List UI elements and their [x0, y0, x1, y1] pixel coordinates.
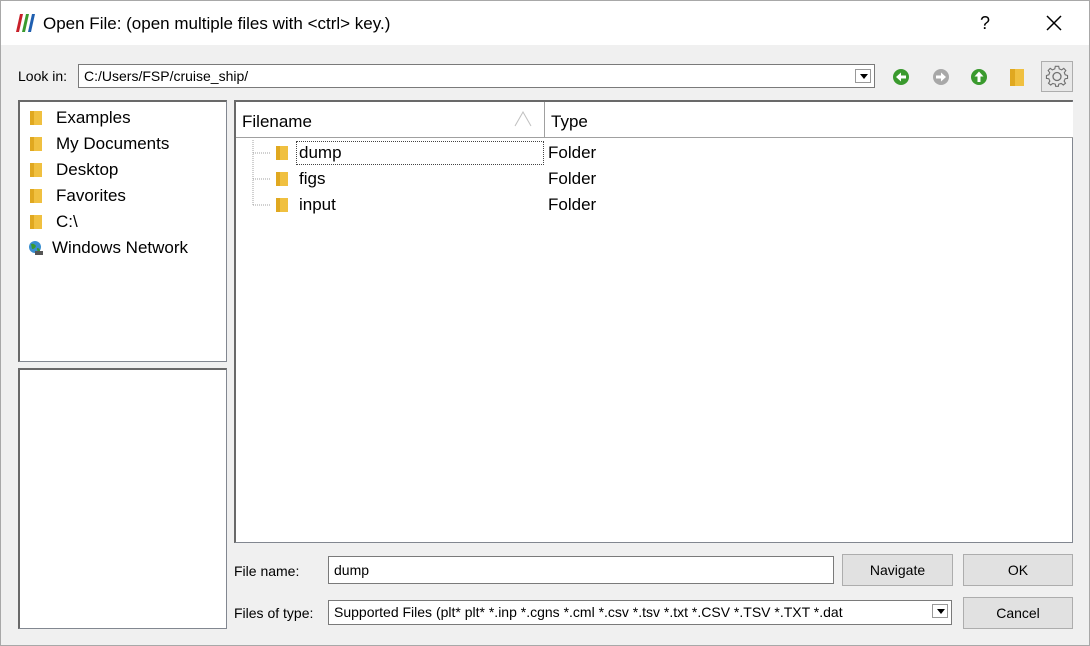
sidebar-item-my-documents[interactable]: My Documents	[26, 132, 221, 156]
folder-icon	[30, 215, 42, 229]
paraview-logo-icon	[16, 14, 35, 32]
close-button[interactable]	[1035, 7, 1073, 39]
file-name: input	[299, 195, 336, 214]
file-type-combo[interactable]: Supported Files (plt* plt* *.inp *.cgns …	[328, 600, 952, 625]
file-name-input[interactable]	[328, 556, 834, 584]
sidebar-item-label: Favorites	[56, 186, 126, 205]
look-in-label: Look in:	[18, 68, 68, 84]
tree-branch-line	[252, 166, 270, 192]
settings-button[interactable]	[1041, 61, 1073, 92]
open-file-dialog: Open File: (open multiple files with <ct…	[0, 0, 1090, 646]
file-type-label: Files of type:	[234, 605, 314, 621]
sidebar-item-desktop[interactable]: Desktop	[26, 158, 221, 182]
new-folder-button[interactable]	[1005, 65, 1029, 89]
column-header-label: Type	[551, 112, 588, 131]
cancel-button[interactable]: Cancel	[963, 597, 1073, 629]
chevron-down-icon[interactable]	[855, 69, 871, 83]
up-folder-icon	[971, 69, 987, 85]
forward-arrow-icon	[933, 69, 949, 85]
help-button[interactable]: ?	[967, 7, 1003, 39]
sidebar-item-c-drive[interactable]: C:\	[26, 210, 221, 234]
column-header-label: Filename	[242, 112, 312, 131]
sidebar-item-label: Windows Network	[52, 238, 189, 257]
sidebar-item-examples[interactable]: Examples	[26, 106, 221, 130]
back-arrow-icon	[893, 69, 909, 85]
file-type: Folder	[548, 195, 597, 214]
sidebar-item-label: Desktop	[56, 160, 119, 179]
sidebar-item-label: My Documents	[56, 134, 170, 153]
navigate-button[interactable]: Navigate	[842, 554, 953, 586]
folder-icon	[276, 198, 288, 212]
network-globe-icon	[29, 241, 43, 255]
table-row[interactable]: dump Folder	[236, 140, 1072, 166]
places-sidebar: Examples My Documents Desktop Favorites …	[18, 100, 227, 362]
close-icon	[1046, 15, 1062, 31]
look-in-combo[interactable]: C:/Users/FSP/cruise_ship/	[78, 64, 875, 88]
sidebar-item-windows-network[interactable]: Windows Network	[26, 236, 221, 260]
ok-button[interactable]: OK	[963, 554, 1073, 586]
sidebar-item-label: C:\	[56, 212, 78, 231]
folder-icon	[30, 163, 42, 177]
folder-icon	[30, 189, 42, 203]
file-list-view[interactable]: Filename Type dump Folder figs Folder in…	[234, 100, 1073, 543]
parent-directory-button[interactable]	[967, 65, 991, 89]
new-folder-icon	[1010, 69, 1024, 86]
forward-button[interactable]	[929, 65, 953, 89]
look-in-value: C:/Users/FSP/cruise_ship/	[84, 68, 249, 84]
folder-icon	[30, 111, 42, 125]
file-type-value: Supported Files (plt* plt* *.inp *.cgns …	[334, 604, 843, 620]
column-header-filename[interactable]: Filename	[236, 102, 545, 138]
folder-icon	[276, 172, 288, 186]
sidebar-item-label: Examples	[56, 108, 131, 127]
sort-ascending-icon	[514, 110, 532, 127]
file-name: dump	[299, 143, 342, 162]
file-type: Folder	[548, 169, 597, 188]
chevron-down-icon[interactable]	[932, 604, 948, 618]
window-title: Open File: (open multiple files with <ct…	[43, 14, 391, 33]
table-row[interactable]: input Folder	[236, 192, 1072, 218]
back-button[interactable]	[889, 65, 913, 89]
file-type: Folder	[548, 143, 597, 162]
sidebar-item-favorites[interactable]: Favorites	[26, 184, 221, 208]
folder-icon	[276, 146, 288, 160]
file-name: figs	[299, 169, 326, 188]
tree-branch-line	[252, 192, 270, 206]
folder-icon	[30, 137, 42, 151]
title-bar: Open File: (open multiple files with <ct…	[1, 1, 1089, 45]
file-name-label: File name:	[234, 563, 300, 579]
table-row[interactable]: figs Folder	[236, 166, 1072, 192]
column-header-type[interactable]: Type	[545, 102, 1073, 138]
recent-directories-list[interactable]	[18, 368, 227, 629]
tree-branch-line	[252, 140, 270, 166]
gear-icon	[1045, 65, 1069, 87]
